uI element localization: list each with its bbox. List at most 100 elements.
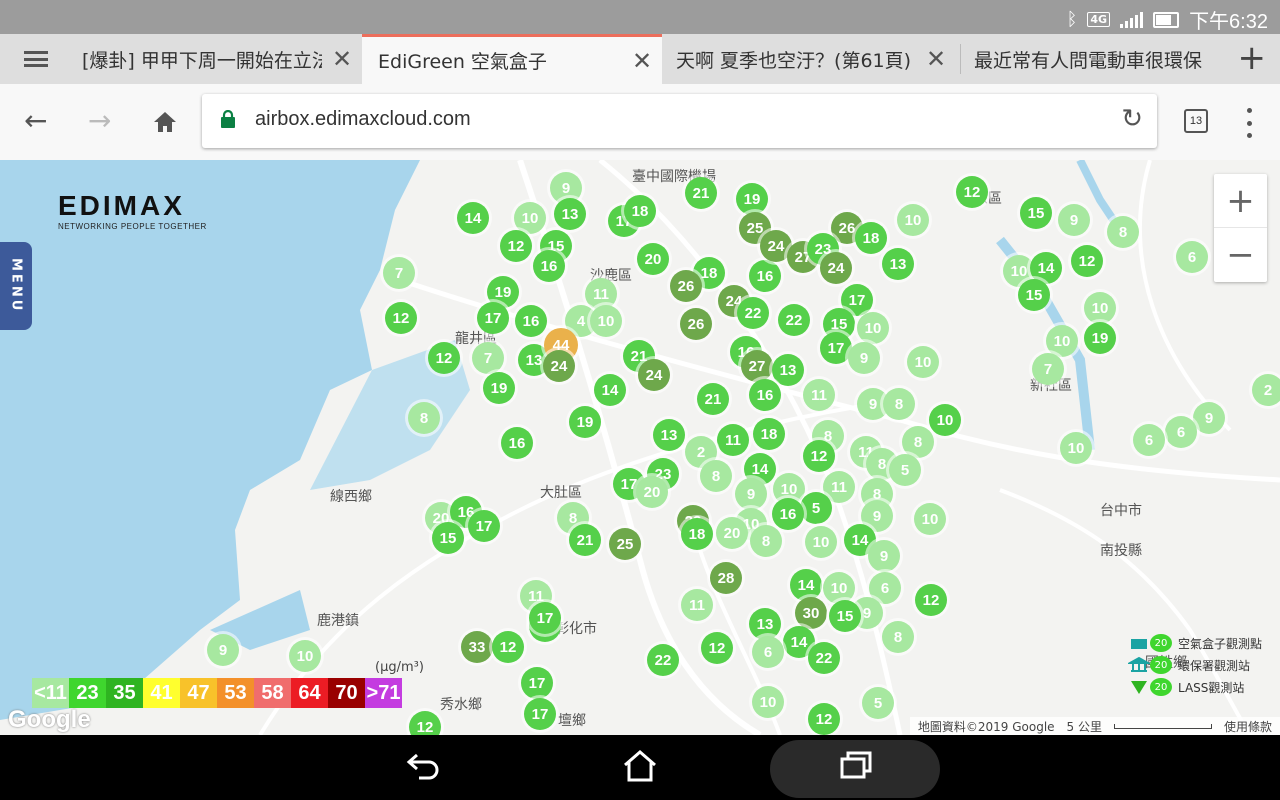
- sensor-marker[interactable]: 8: [408, 402, 440, 434]
- tab[interactable]: 最近常有人問電動車很環保: [964, 34, 1224, 84]
- tab-switcher-menu-icon[interactable]: [0, 34, 72, 84]
- sensor-marker[interactable]: 26: [680, 308, 712, 340]
- sensor-marker[interactable]: 33: [461, 631, 493, 663]
- sensor-marker[interactable]: 16: [749, 260, 781, 292]
- sensor-marker[interactable]: 17: [477, 302, 509, 334]
- sensor-marker[interactable]: 7: [472, 342, 504, 374]
- sensor-marker[interactable]: 12: [915, 584, 947, 616]
- sensor-marker[interactable]: 22: [808, 642, 840, 674]
- menu-tab[interactable]: MENU: [0, 242, 32, 330]
- sensor-marker[interactable]: 22: [647, 644, 679, 676]
- sensor-marker[interactable]: 8: [700, 460, 732, 492]
- sensor-marker[interactable]: 12: [701, 632, 733, 664]
- sensor-marker[interactable]: 16: [749, 379, 781, 411]
- sensor-marker[interactable]: 8: [883, 388, 915, 420]
- sensor-marker[interactable]: 12: [803, 440, 835, 472]
- sensor-marker[interactable]: 9: [207, 634, 239, 666]
- sensor-marker[interactable]: 24: [543, 350, 575, 382]
- sensor-marker[interactable]: 7: [383, 257, 415, 289]
- sensor-marker[interactable]: 15: [1020, 197, 1052, 229]
- sensor-marker[interactable]: 5: [862, 687, 894, 719]
- sensor-marker[interactable]: 12: [500, 230, 532, 262]
- sensor-marker[interactable]: 14: [790, 569, 822, 601]
- sensor-marker[interactable]: 11: [681, 589, 713, 621]
- sensor-marker[interactable]: 11: [717, 424, 749, 456]
- sensor-marker[interactable]: 26: [670, 270, 702, 302]
- sensor-marker[interactable]: 9: [868, 540, 900, 572]
- tab[interactable]: 天啊 夏季也空汙？(第61頁) ✕: [666, 34, 956, 84]
- sensor-marker[interactable]: 17: [524, 698, 556, 730]
- sensor-marker[interactable]: 22: [737, 297, 769, 329]
- sensor-marker[interactable]: 12: [956, 176, 988, 208]
- sensor-marker[interactable]: 6: [1133, 424, 1165, 456]
- sensor-marker[interactable]: 6: [752, 636, 784, 668]
- tab-count-icon[interactable]: 13: [1184, 109, 1208, 133]
- sensor-marker[interactable]: 17: [521, 667, 553, 699]
- sensor-marker[interactable]: 13: [653, 419, 685, 451]
- sensor-marker[interactable]: 6: [1165, 416, 1197, 448]
- sensor-marker[interactable]: 21: [569, 524, 601, 556]
- sensor-marker[interactable]: 13: [772, 354, 804, 386]
- sensor-marker[interactable]: 10: [514, 202, 546, 234]
- back-nav-icon[interactable]: [405, 749, 441, 790]
- sensor-marker[interactable]: 27: [741, 350, 773, 382]
- sensor-marker[interactable]: 10: [907, 346, 939, 378]
- sensor-marker[interactable]: 24: [638, 359, 670, 391]
- sensor-marker[interactable]: 28: [710, 562, 742, 594]
- sensor-marker[interactable]: 18: [753, 418, 785, 450]
- sensor-marker[interactable]: 9: [848, 342, 880, 374]
- tab-active[interactable]: EdiGreen 空氣盒子 ✕: [362, 34, 662, 84]
- sensor-marker[interactable]: 20: [636, 476, 668, 508]
- sensor-marker[interactable]: 12: [808, 703, 840, 735]
- sensor-marker[interactable]: 18: [855, 222, 887, 254]
- sensor-marker[interactable]: 19: [736, 183, 768, 215]
- sensor-marker[interactable]: 10: [823, 572, 855, 604]
- sensor-marker[interactable]: 5: [889, 454, 921, 486]
- google-logo[interactable]: Google: [8, 706, 91, 734]
- sensor-marker[interactable]: 10: [752, 686, 784, 718]
- sensor-marker[interactable]: 10: [1084, 292, 1116, 324]
- sensor-marker[interactable]: 21: [697, 383, 729, 415]
- new-tab-icon[interactable]: +: [1238, 38, 1267, 78]
- sensor-marker[interactable]: 7: [1032, 353, 1064, 385]
- sensor-marker[interactable]: 9: [1193, 402, 1225, 434]
- sensor-marker[interactable]: 16: [772, 498, 804, 530]
- sensor-marker[interactable]: 10: [929, 404, 961, 436]
- sensor-marker[interactable]: 12: [1071, 245, 1103, 277]
- sensor-marker[interactable]: 12: [409, 711, 441, 735]
- sensor-marker[interactable]: 16: [533, 250, 565, 282]
- sensor-marker[interactable]: 2: [1252, 374, 1280, 406]
- sensor-marker[interactable]: 14: [594, 374, 626, 406]
- sensor-marker[interactable]: 8: [1107, 216, 1139, 248]
- sensor-marker[interactable]: 30: [795, 597, 827, 629]
- sensor-marker[interactable]: 20: [716, 517, 748, 549]
- sensor-marker[interactable]: 10: [857, 312, 889, 344]
- sensor-marker[interactable]: 16: [501, 427, 533, 459]
- sensor-marker[interactable]: 10: [289, 640, 321, 672]
- sensor-marker[interactable]: 15: [432, 522, 464, 554]
- more-menu-icon[interactable]: [1247, 108, 1253, 138]
- terms-link[interactable]: 使用條款: [1224, 718, 1272, 735]
- sensor-marker[interactable]: 22: [778, 304, 810, 336]
- sensor-marker[interactable]: 10: [914, 503, 946, 535]
- zoom-out-button[interactable]: −: [1214, 228, 1267, 281]
- sensor-marker[interactable]: 8: [882, 621, 914, 653]
- sensor-marker[interactable]: 5: [800, 492, 832, 524]
- sensor-marker[interactable]: 16: [515, 305, 547, 337]
- sensor-marker[interactable]: 12: [428, 342, 460, 374]
- tab[interactable]: [爆卦] 甲甲下周一開始在立法 ✕: [72, 34, 362, 84]
- sensor-marker[interactable]: 17: [468, 510, 500, 542]
- close-tab-icon[interactable]: ✕: [322, 45, 362, 73]
- sensor-marker[interactable]: 19: [483, 372, 515, 404]
- sensor-marker[interactable]: 12: [385, 302, 417, 334]
- sensor-marker[interactable]: 11: [803, 379, 835, 411]
- sensor-marker[interactable]: 14: [457, 202, 489, 234]
- sensor-marker[interactable]: 9: [735, 478, 767, 510]
- reload-icon[interactable]: ↻: [1121, 104, 1143, 134]
- sensor-marker[interactable]: 19: [1084, 322, 1116, 354]
- sensor-marker[interactable]: 15: [829, 600, 861, 632]
- close-tab-icon[interactable]: ✕: [916, 45, 956, 73]
- sensor-marker[interactable]: 21: [685, 177, 717, 209]
- sensor-marker[interactable]: 10: [1060, 432, 1092, 464]
- sensor-marker[interactable]: 9: [1058, 204, 1090, 236]
